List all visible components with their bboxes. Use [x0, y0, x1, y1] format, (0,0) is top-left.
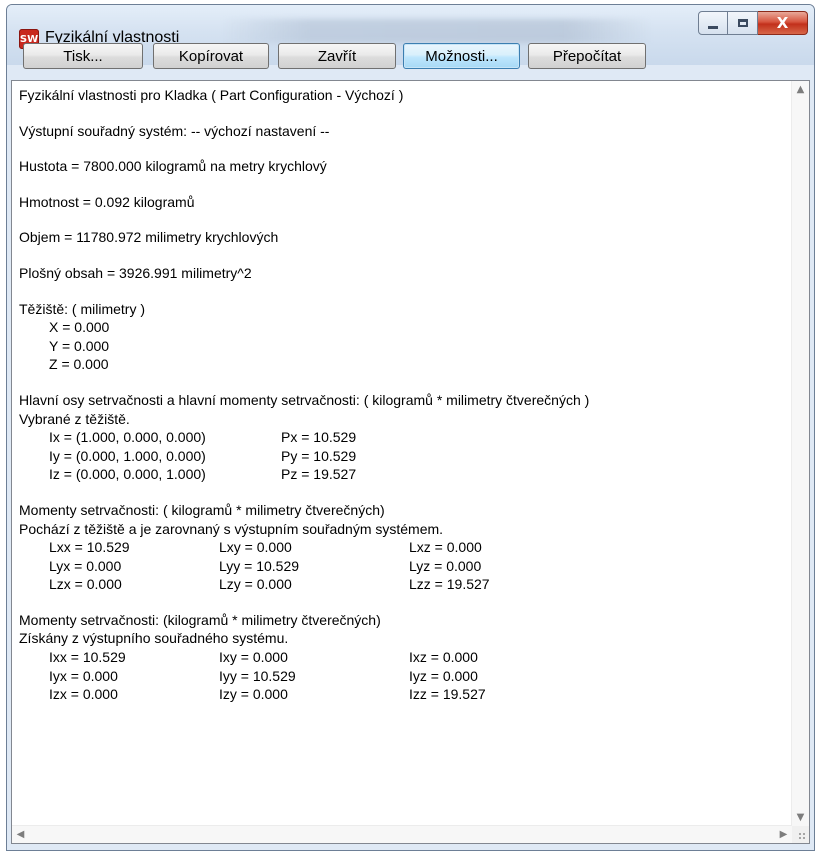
moments-cm-row: Lyx = 0.000 Lyy = 10.529 Lyz = 0.000: [19, 557, 779, 576]
caption-buttons: X: [698, 11, 808, 37]
moment-value: Lyz = 0.000: [409, 557, 482, 574]
principal-moment: Px = 10.529: [281, 429, 357, 446]
principal-moment: Pz = 19.527: [281, 466, 357, 483]
properties-window: SW Fyzikální vlastnosti X Tisk... Kopíro…: [6, 4, 815, 851]
coord-system-line: Výstupní souřadný systém: -- výchozí nas…: [19, 122, 330, 139]
principal-moment: Py = 10.529: [281, 447, 357, 464]
moment-value: Lzz = 19.527: [409, 576, 490, 593]
moments-cm-row: Lxx = 10.529 Lxy = 0.000 Lxz = 0.000: [19, 538, 779, 557]
moment-value: Lyy = 10.529: [219, 557, 300, 574]
principal-axis: Ix = (1.000, 0.000, 0.000): [49, 429, 206, 446]
moment-value: Iyx = 0.000: [49, 667, 118, 684]
scroll-left-arrow-icon[interactable]: ◀: [12, 826, 29, 843]
copy-button[interactable]: Kopírovat: [153, 43, 269, 69]
maximize-button[interactable]: [728, 11, 758, 35]
com-y: Y = 0.000: [49, 337, 110, 354]
report-text-area[interactable]: Fyzikální vlastnosti pro Kladka ( Part C…: [11, 80, 810, 844]
scroll-up-arrow-icon[interactable]: ▲: [792, 81, 809, 98]
principal-row: Iz = (0.000, 0.000, 1.000) Pz = 19.527: [19, 465, 779, 484]
print-button[interactable]: Tisk...: [23, 43, 143, 69]
vertical-scrollbar[interactable]: ▲ ▼: [791, 81, 809, 826]
moments-cm-block: Momenty setrvačnosti: ( kilogramů * mili…: [19, 501, 779, 594]
com-z: Z = 0.000: [49, 356, 109, 373]
moment-value: Ixz = 0.000: [409, 649, 478, 666]
center-of-mass-block: Těžiště: ( milimetry ) X = 0.000 Y = 0.0…: [19, 300, 779, 374]
moments-out-row: Iyx = 0.000 Iyy = 10.529 Iyz = 0.000: [19, 667, 779, 686]
report-body: Fyzikální vlastnosti pro Kladka ( Part C…: [19, 86, 779, 721]
moments-out-row: Izx = 0.000 Izy = 0.000 Izz = 19.527: [19, 685, 779, 704]
volume-line: Objem = 11780.972 milimetry krychlových: [19, 229, 279, 246]
moment-value: Ixx = 10.529: [49, 649, 126, 666]
close-icon: X: [776, 14, 789, 32]
minimize-icon: [708, 25, 718, 29]
principal-axis: Iy = (0.000, 1.000, 0.000): [49, 447, 206, 464]
surface-area-line: Plošný obsah = 3926.991 milimetry^2: [19, 264, 252, 281]
moment-value: Lzx = 0.000: [49, 576, 122, 593]
principal-row: Iy = (0.000, 1.000, 0.000) Py = 10.529: [19, 447, 779, 466]
principal-axis: Iz = (0.000, 0.000, 1.000): [49, 466, 206, 483]
moments-cm-row: Lzx = 0.000 Lzy = 0.000 Lzz = 19.527: [19, 575, 779, 594]
com-x: X = 0.000: [49, 319, 110, 336]
moments-out-title: Momenty setrvačnosti: (kilogramů * milim…: [19, 611, 381, 628]
horizontal-scrollbar[interactable]: ◀ ▶: [12, 825, 792, 843]
moments-out-block: Momenty setrvačnosti: (kilogramů * milim…: [19, 611, 779, 704]
scroll-down-arrow-icon[interactable]: ▼: [792, 809, 809, 826]
scroll-right-arrow-icon[interactable]: ▶: [775, 826, 792, 843]
close-window-button[interactable]: X: [758, 11, 808, 35]
close-button[interactable]: Zavřít: [278, 43, 396, 69]
principal-axes-block: Hlavní osy setrvačnosti a hlavní momenty…: [19, 391, 779, 484]
report-header: Fyzikální vlastnosti pro Kladka ( Part C…: [19, 87, 404, 103]
maximize-icon: [737, 19, 748, 27]
density-line: Hustota = 7800.000 kilogramů na metry kr…: [19, 158, 327, 175]
moments-out-row: Ixx = 10.529 Ixy = 0.000 Ixz = 0.000: [19, 648, 779, 667]
moment-value: Lzy = 0.000: [219, 576, 292, 593]
center-of-mass-title: Těžiště: ( milimetry ): [19, 300, 145, 317]
moment-value: Izz = 19.527: [409, 686, 486, 703]
mass-line: Hmotnost = 0.092 kilogramů: [19, 193, 195, 210]
moment-value: Ixy = 0.000: [219, 649, 288, 666]
moments-out-subtitle: Získány z výstupního souřadného systému.: [19, 630, 289, 647]
moment-value: Lxz = 0.000: [409, 539, 482, 556]
moment-value: Izy = 0.000: [219, 686, 288, 703]
moment-value: Izx = 0.000: [49, 686, 118, 703]
principal-row: Ix = (1.000, 0.000, 0.000) Px = 10.529: [19, 428, 779, 447]
recalculate-button[interactable]: Přepočítat: [528, 43, 646, 69]
moments-cm-title: Momenty setrvačnosti: ( kilogramů * mili…: [19, 501, 385, 518]
minimize-button[interactable]: [698, 11, 728, 35]
blurred-background: [222, 19, 652, 43]
moment-value: Iyz = 0.000: [409, 667, 478, 684]
moment-value: Iyy = 10.529: [219, 667, 296, 684]
principal-subtitle: Vybrané z těžiště.: [19, 410, 130, 427]
moment-value: Lxx = 10.529: [49, 539, 130, 556]
moment-value: Lxy = 0.000: [219, 539, 292, 556]
resize-grip-icon[interactable]: [792, 826, 809, 843]
moments-cm-subtitle: Pochází z těžiště a je zarovnaný s výstu…: [19, 520, 444, 537]
principal-title: Hlavní osy setrvačnosti a hlavní momenty…: [19, 391, 590, 408]
moment-value: Lyx = 0.000: [49, 557, 122, 574]
options-button[interactable]: Možnosti...: [403, 43, 520, 69]
